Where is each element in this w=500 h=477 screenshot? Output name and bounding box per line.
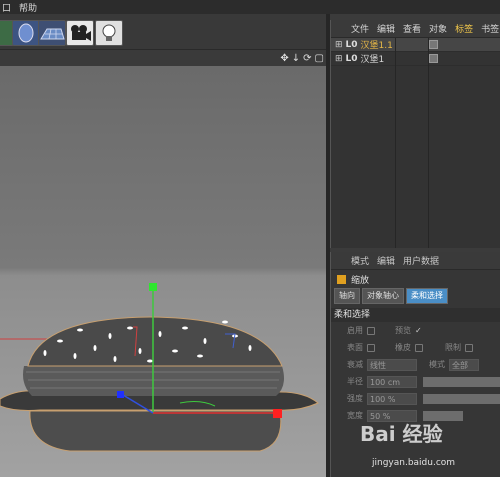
param-label: 半径 <box>347 377 363 386</box>
layer-badge: L0 <box>345 39 358 50</box>
mode-select[interactable]: 全部 <box>449 358 479 371</box>
grid-plane-icon <box>40 28 65 40</box>
menu-object[interactable]: 对象 <box>429 22 447 35</box>
expand-icon[interactable]: ⊞ <box>335 54 343 64</box>
maximize-view-icon[interactable]: ▢ <box>315 53 324 64</box>
dolly-view-icon[interactable]: ↓ <box>292 53 300 64</box>
menubar: 口 帮助 <box>0 0 500 14</box>
menu-tags[interactable]: 标签 <box>455 22 473 35</box>
param-label: 衰减 <box>347 360 363 369</box>
menu-edit[interactable]: 编辑 <box>377 254 395 267</box>
menu-item-window[interactable]: 口 <box>2 1 11 14</box>
floor-tool-button[interactable] <box>38 20 66 46</box>
editable-icon[interactable] <box>428 54 438 63</box>
layer-badge: L0 <box>345 53 358 64</box>
lightbulb-icon <box>102 24 116 41</box>
param-row: 启用 预览 ✓ <box>331 322 500 339</box>
attribute-tabs: 轴向 对象轴心 柔和选择 <box>331 288 500 304</box>
surface-checkbox[interactable] <box>367 343 375 352</box>
param-row: 表面 橡皮 限制 <box>331 339 500 356</box>
tab-object-axis[interactable]: 对象轴心 <box>362 288 404 304</box>
column-separator <box>428 38 429 248</box>
expand-icon[interactable]: ⊞ <box>335 40 343 50</box>
rotate-view-icon[interactable]: ⟳ <box>303 53 311 64</box>
falloff-select[interactable]: 线性 <box>367 358 417 371</box>
strength-slider[interactable] <box>423 393 500 404</box>
rubber-checkbox[interactable] <box>415 343 423 352</box>
menu-bookmarks[interactable]: 书签 <box>481 22 499 35</box>
param-label: 强度 <box>347 394 363 403</box>
camera-tool-button[interactable] <box>66 20 94 46</box>
tab-axis[interactable]: 轴向 <box>334 288 360 304</box>
subdivision-tool-button[interactable] <box>12 20 40 46</box>
watermark: Bai 经验 jingyan.baidu.com <box>360 418 455 468</box>
menu-user-data[interactable]: 用户数据 <box>403 254 439 267</box>
tool-title: 缩放 <box>331 270 500 288</box>
param-label: 表面 <box>347 343 363 352</box>
editable-icon[interactable] <box>428 40 438 49</box>
3d-viewport[interactable] <box>0 66 328 477</box>
viewport-header: ✥ ↓ ⟳ ▢ <box>0 50 328 66</box>
param-label: 限制 <box>445 343 461 352</box>
preview-checkbox[interactable]: ✓ <box>415 326 422 335</box>
object-manager: 文件 编辑 查看 对象 标签 书签 ⊞ L0 汉堡1.1 ⊞ L0 汉堡1 <box>330 20 500 248</box>
object-manager-menu: 文件 编辑 查看 对象 标签 书签 <box>331 20 500 38</box>
subdivision-icon <box>18 23 34 43</box>
menu-file[interactable]: 文件 <box>351 22 369 35</box>
toolbar <box>0 14 328 50</box>
radius-slider[interactable] <box>423 376 500 387</box>
param-label: 模式 <box>429 360 445 369</box>
object-row[interactable]: ⊞ L0 汉堡1.1 <box>331 38 500 52</box>
enable-checkbox[interactable] <box>367 326 375 335</box>
param-row: 衰减 线性 模式 全部 <box>331 356 500 373</box>
param-row: 半径 100 cm <box>331 373 500 390</box>
tab-soft-selection[interactable]: 柔和选择 <box>406 288 448 304</box>
camera-icon <box>71 25 91 41</box>
scale-tool-icon <box>337 274 346 284</box>
param-label: 启用 <box>347 326 363 335</box>
restrict-checkbox[interactable] <box>465 343 473 352</box>
section-header: 柔和选择 <box>331 308 500 322</box>
object-name[interactable]: 汉堡1 <box>361 52 409 65</box>
light-tool-button[interactable] <box>95 20 123 46</box>
menu-item-help[interactable]: 帮助 <box>19 1 37 14</box>
burger-model <box>0 283 319 452</box>
baidu-logo: Bai 经验 <box>360 422 443 446</box>
strength-field[interactable]: 100 % <box>367 392 417 405</box>
menu-view[interactable]: 查看 <box>403 22 421 35</box>
param-label: 预览 <box>395 326 411 335</box>
column-separator <box>395 38 396 248</box>
object-name[interactable]: 汉堡1.1 <box>361 38 409 51</box>
move-view-icon[interactable]: ✥ <box>280 53 288 64</box>
menu-edit[interactable]: 编辑 <box>377 22 395 35</box>
watermark-url: jingyan.baidu.com <box>372 458 456 468</box>
attribute-menu: 模式 编辑 用户数据 <box>331 252 500 270</box>
radius-field[interactable]: 100 cm <box>367 375 417 388</box>
menu-mode[interactable]: 模式 <box>351 254 369 267</box>
object-row[interactable]: ⊞ L0 汉堡1 <box>331 52 500 66</box>
tool-name: 缩放 <box>351 275 370 286</box>
param-label: 橡皮 <box>395 343 411 352</box>
param-row: 强度 100 % <box>331 390 500 407</box>
